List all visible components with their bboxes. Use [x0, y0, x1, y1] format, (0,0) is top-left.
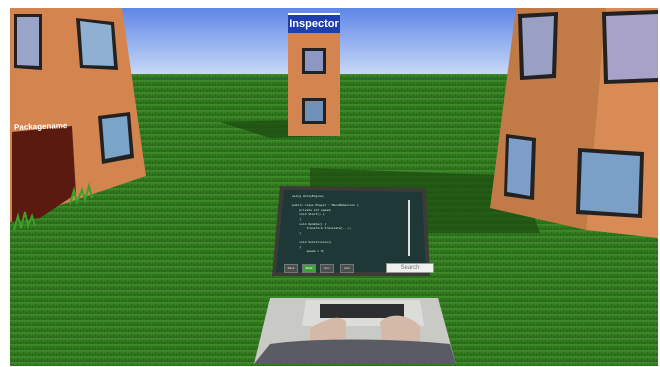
packagename-label: Packagename	[13, 121, 68, 132]
toolbar-button-back[interactable]: Back	[284, 264, 298, 273]
code-editor-text[interactable]: using UnityEngine; public class Player :…	[292, 194, 402, 254]
scene-canvas	[10, 8, 658, 366]
inspector-sign: Inspector	[288, 13, 340, 33]
keyboard-photo	[254, 298, 456, 364]
toolbar-button-run[interactable]: Run	[320, 264, 334, 273]
search-button[interactable]: Search	[386, 263, 434, 273]
toolbar-button-build[interactable]: Build	[302, 264, 316, 273]
toolbar-button-edit[interactable]: Edit	[340, 264, 354, 273]
building-inspector[interactable]	[288, 32, 340, 136]
building-right[interactable]	[490, 8, 658, 238]
game-viewport[interactable]: Inspector Packagename using UnityEngine;…	[10, 8, 658, 366]
